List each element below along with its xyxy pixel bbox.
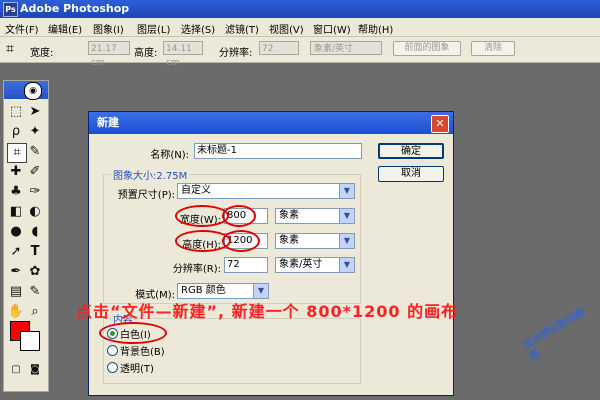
eraser-tool-icon[interactable]: ◧ xyxy=(7,203,25,221)
contents-background-radio[interactable]: 背景色(B) xyxy=(107,343,165,358)
hand-tool-icon[interactable]: ✋ xyxy=(7,303,25,321)
crop-tool-icon[interactable]: ⌗ xyxy=(6,41,22,57)
app-titlebar: Ps Adobe Photoshop xyxy=(0,0,600,18)
close-icon[interactable]: ✕ xyxy=(431,115,449,133)
stamp-tool-icon[interactable]: ♣ xyxy=(7,183,25,201)
width-unit-select[interactable]: 象素 ▼ xyxy=(275,208,355,224)
resolution-field[interactable]: 72 xyxy=(224,257,268,273)
radio-icon xyxy=(107,362,118,373)
toolbox-header: ◉ xyxy=(4,81,48,100)
option-height-label: 高度: xyxy=(134,48,158,59)
contents-transparent-radio[interactable]: 透明(T) xyxy=(107,360,154,375)
chevron-down-icon: ▼ xyxy=(339,209,354,223)
option-unit-value: 象素/英寸 xyxy=(314,44,354,54)
menu-layer[interactable]: 图层(L) xyxy=(137,21,170,36)
white-option-highlight-ellipse xyxy=(99,322,167,344)
menu-window[interactable]: 窗口(W) xyxy=(313,21,351,36)
lasso-tool-icon[interactable]: ρ xyxy=(7,123,25,141)
option-resolution-field[interactable]: 72 xyxy=(259,41,299,55)
standard-mode-icon[interactable]: ▢ xyxy=(7,361,25,379)
height-unit-value: 象素 xyxy=(279,235,299,246)
dodge-tool-icon[interactable]: ◖ xyxy=(26,223,44,241)
shape-tool-icon[interactable]: ✿ xyxy=(26,263,44,281)
resolution-label: 分辨率(R): xyxy=(172,264,221,275)
resolution-unit-select[interactable]: 象素/英寸 ▼ xyxy=(275,257,355,273)
menu-select[interactable]: 选择(S) xyxy=(181,21,215,36)
pen-tool-icon[interactable]: ✒ xyxy=(7,263,25,281)
zoom-tool-icon[interactable]: ⌕ xyxy=(26,303,44,321)
eyedropper-icon[interactable]: ✎ xyxy=(26,283,44,301)
mode-select[interactable]: RGB 颜色 ▼ xyxy=(177,283,269,299)
contents-transparent-label: 透明(T) xyxy=(120,364,154,375)
cancel-button[interactable]: 取消 xyxy=(378,166,444,182)
magic-wand-tool-icon[interactable]: ✦ xyxy=(26,123,44,141)
tutorial-annotation: 点击“文件—新建”, 新建一个 800*1200 的画布 xyxy=(76,302,459,321)
quick-mask-icon[interactable]: ◙ xyxy=(26,361,44,379)
width-highlight-ellipse xyxy=(175,205,229,227)
front-image-button[interactable]: 前面的图象 xyxy=(393,41,461,56)
menu-file[interactable]: 文件(F) xyxy=(5,21,39,36)
brush-tool-icon[interactable]: ✐ xyxy=(26,163,44,181)
chevron-down-icon: ▼ xyxy=(339,234,354,248)
radio-icon xyxy=(107,345,118,356)
name-field[interactable]: 未标题-1 xyxy=(194,143,362,159)
options-bar: ⌗ 宽度: 21.17 cm 高度: 14.11 cm 分辨率: 72 象素/英… xyxy=(0,37,600,68)
menu-bar: 文件(F) 编辑(E) 图象(I) 图层(L) 选择(S) 滤镜(T) 视图(V… xyxy=(0,18,600,37)
height-unit-select[interactable]: 象素 ▼ xyxy=(275,233,355,249)
blur-tool-icon[interactable]: ● xyxy=(7,223,25,241)
slice-tool-icon[interactable]: ✎ xyxy=(26,143,44,161)
chevron-down-icon: ▼ xyxy=(339,184,354,198)
name-label: 名称(N): xyxy=(150,150,189,161)
preset-value: 自定义 xyxy=(181,185,211,196)
menu-view[interactable]: 视图(V) xyxy=(269,21,304,36)
image-size-label: 图象大小:2.75M xyxy=(111,167,190,182)
background-color-swatch[interactable] xyxy=(20,331,40,351)
contents-background-label: 背景色(B) xyxy=(120,347,165,358)
marquee-tool-icon[interactable]: ⬚ xyxy=(7,103,25,121)
width-unit-value: 象素 xyxy=(279,210,299,221)
option-width-label: 宽度: xyxy=(30,48,54,59)
ok-button[interactable]: 确定 xyxy=(378,143,444,159)
new-document-dialog: 新建 ✕ 名称(N): 未标题-1 确定 取消 图象大小:2.75M 预置尺寸(… xyxy=(88,111,454,396)
preset-label: 预置尺寸(P): xyxy=(117,190,175,201)
photoshop-icon: Ps xyxy=(3,2,18,17)
option-height-field[interactable]: 14.11 cm xyxy=(163,41,203,68)
mode-value: RGB 颜色 xyxy=(181,285,226,296)
crop-tool-icon[interactable]: ⌗ xyxy=(7,143,27,163)
path-select-icon[interactable]: ➚ xyxy=(7,243,25,261)
photoshop-eye-icon[interactable]: ◉ xyxy=(24,82,42,100)
menu-help[interactable]: 帮助(H) xyxy=(358,21,393,36)
app-title: Adobe Photoshop xyxy=(20,2,130,15)
dialog-title: 新建 xyxy=(89,112,453,134)
height-value-highlight-ellipse xyxy=(222,230,260,252)
paint-bucket-icon[interactable]: ◐ xyxy=(26,203,44,221)
menu-image[interactable]: 图象(I) xyxy=(93,21,124,36)
notes-tool-icon[interactable]: ▤ xyxy=(7,283,25,301)
resolution-unit-value: 象素/英寸 xyxy=(279,259,323,270)
watermark-text: 宝贝梦幻制作教程 xyxy=(521,307,588,363)
option-unit-select[interactable]: 象素/英寸 xyxy=(310,41,382,55)
healing-brush-icon[interactable]: ✚ xyxy=(7,163,25,181)
option-width-field[interactable]: 21.17 cm xyxy=(88,41,130,68)
move-tool-icon[interactable]: ➤ xyxy=(26,103,44,121)
clear-button[interactable]: 清除 xyxy=(471,41,515,56)
type-tool-icon[interactable]: T xyxy=(26,243,44,261)
menu-filter[interactable]: 滤镜(T) xyxy=(225,21,259,36)
toolbox-panel: ◉ ⬚ ➤ ρ ✦ ⌗ ✎ ✚ ✐ ♣ ✑ ◧ ◐ ● ◖ ➚ T ✒ ✿ ▤ … xyxy=(3,80,49,392)
chevron-down-icon: ▼ xyxy=(339,258,354,272)
chevron-down-icon: ▼ xyxy=(253,284,268,298)
preset-select[interactable]: 自定义 ▼ xyxy=(177,183,355,199)
width-value-highlight-ellipse xyxy=(222,205,256,227)
history-brush-icon[interactable]: ✑ xyxy=(26,183,44,201)
menu-edit[interactable]: 编辑(E) xyxy=(48,21,82,36)
option-resolution-label: 分辨率: xyxy=(219,48,253,59)
